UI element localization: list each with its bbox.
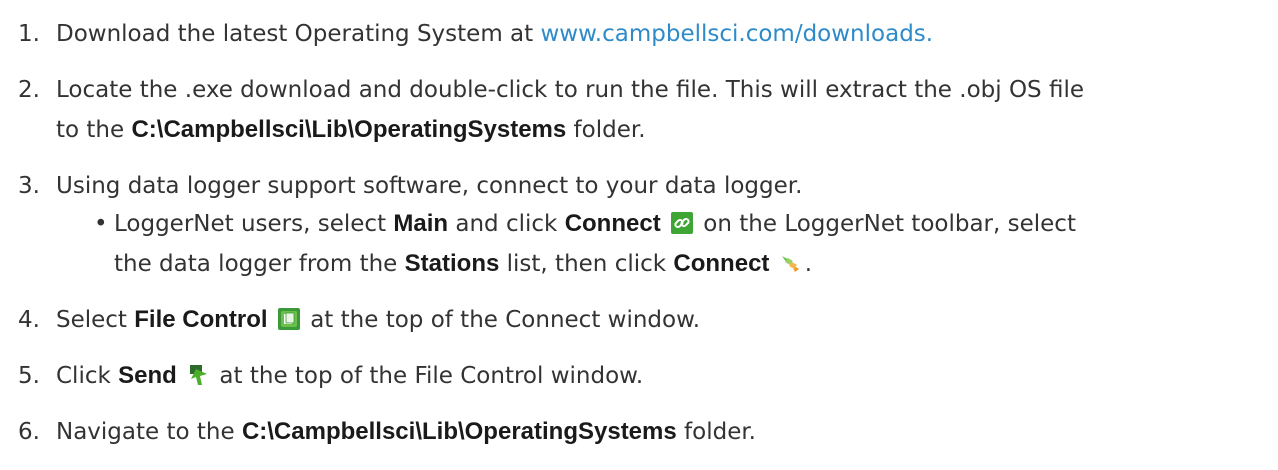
step-6: 6. Navigate to the C:\Campbellsci\Lib\Ope…	[18, 412, 756, 452]
bullet-text: list, then click	[499, 251, 674, 277]
step-2-continuation: to the C:\Campbellsci\Lib\OperatingSyste…	[56, 110, 646, 150]
step-text: Using data logger support software, conn…	[56, 173, 803, 199]
send-label: Send	[118, 362, 177, 389]
step-number: 1.	[18, 21, 40, 47]
bullet-marker: •	[94, 211, 108, 237]
step-2: 2. Locate the .exe download and double-cl…	[18, 70, 1084, 110]
step-number: 4.	[18, 307, 40, 333]
instructions-document: 1. Download the latest Operating System a…	[0, 0, 1278, 470]
bullet-text: and click	[448, 211, 565, 237]
downloads-link[interactable]: www.campbellsci.com/downloads.	[540, 21, 933, 47]
chain-link-icon	[671, 207, 693, 234]
step-text: Select	[56, 307, 135, 333]
step-text: folder.	[676, 419, 756, 445]
step-4: 4. Select File Control at the top of the …	[18, 300, 700, 340]
file-control-icon	[277, 303, 300, 330]
step-3-bullet-continuation: the data logger from the Stations list, …	[114, 244, 812, 284]
step-text: Download the latest Operating System at	[56, 21, 541, 47]
os-folder-path: C:\Campbellsci\Lib\OperatingSystems	[131, 116, 567, 143]
connect-label: Connect	[673, 250, 770, 277]
step-text: Navigate to the	[56, 419, 242, 445]
step-1: 1. Download the latest Operating System a…	[18, 14, 933, 54]
send-arrow-icon	[187, 359, 209, 385]
step-number: 6.	[18, 419, 40, 445]
file-control-label: File Control	[134, 306, 268, 333]
step-number: 2.	[18, 77, 40, 103]
main-label: Main	[393, 210, 449, 237]
step-5: 5. Click Send at the top of the File Cont…	[18, 356, 643, 396]
step-3-bullet: • LoggerNet users, select Main and click …	[94, 204, 1076, 244]
bullet-text: .	[804, 251, 813, 277]
step-text: folder.	[566, 117, 646, 143]
step-number: 5.	[18, 363, 40, 389]
connect-label: Connect	[564, 210, 661, 237]
bullet-text: on the LoggerNet toolbar, select	[696, 211, 1076, 237]
bullet-text: LoggerNet users, select	[114, 211, 394, 237]
stations-label: Stations	[404, 250, 500, 277]
step-number: 3.	[18, 173, 40, 199]
step-text: at the top of the Connect window.	[302, 307, 701, 333]
step-text: to the	[56, 117, 132, 143]
step-text: at the top of the File Control window.	[212, 363, 644, 389]
step-3: 3. Using data logger support software, co…	[18, 166, 802, 206]
step-text: Click	[56, 363, 119, 389]
plug-connect-icon	[780, 247, 802, 272]
step-text: Locate the .exe download and double-clic…	[56, 77, 1084, 103]
bullet-text: the data logger from the	[114, 251, 405, 277]
os-folder-path: C:\Campbellsci\Lib\OperatingSystems	[241, 418, 677, 445]
